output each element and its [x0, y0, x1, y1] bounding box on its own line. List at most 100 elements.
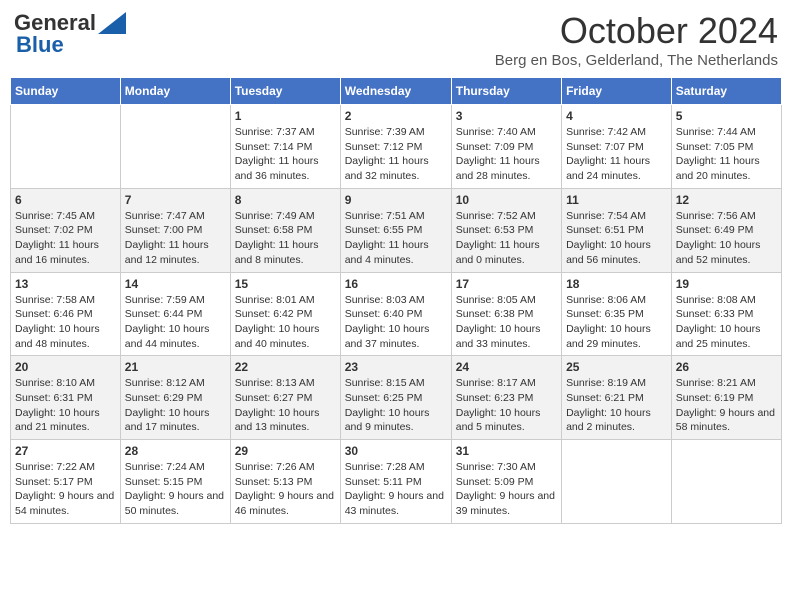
- table-row: [11, 105, 121, 189]
- day-info: Sunrise: 7:49 AMSunset: 6:58 PMDaylight:…: [235, 209, 336, 268]
- title-area: October 2024 Berg en Bos, Gelderland, Th…: [495, 10, 778, 69]
- day-number: 12: [676, 193, 777, 207]
- table-row: 1 Sunrise: 7:37 AMSunset: 7:14 PMDayligh…: [230, 105, 340, 189]
- table-row: 14 Sunrise: 7:59 AMSunset: 6:44 PMDaylig…: [120, 272, 230, 356]
- day-info: Sunrise: 7:52 AMSunset: 6:53 PMDaylight:…: [456, 209, 557, 268]
- col-sunday: Sunday: [11, 78, 121, 105]
- col-wednesday: Wednesday: [340, 78, 451, 105]
- day-info: Sunrise: 8:12 AMSunset: 6:29 PMDaylight:…: [125, 376, 226, 435]
- table-row: 3 Sunrise: 7:40 AMSunset: 7:09 PMDayligh…: [451, 105, 561, 189]
- table-row: 20 Sunrise: 8:10 AMSunset: 6:31 PMDaylig…: [11, 356, 121, 440]
- day-number: 2: [345, 109, 447, 123]
- day-info: Sunrise: 7:37 AMSunset: 7:14 PMDaylight:…: [235, 125, 336, 184]
- day-info: Sunrise: 8:17 AMSunset: 6:23 PMDaylight:…: [456, 376, 557, 435]
- calendar-header-row: Sunday Monday Tuesday Wednesday Thursday…: [11, 78, 782, 105]
- day-number: 30: [345, 444, 447, 458]
- day-number: 18: [566, 277, 667, 291]
- table-row: 17 Sunrise: 8:05 AMSunset: 6:38 PMDaylig…: [451, 272, 561, 356]
- day-number: 23: [345, 360, 447, 374]
- col-friday: Friday: [562, 78, 672, 105]
- day-info: Sunrise: 7:44 AMSunset: 7:05 PMDaylight:…: [676, 125, 777, 184]
- logo-bird-icon: [98, 12, 126, 34]
- day-number: 1: [235, 109, 336, 123]
- table-row: 22 Sunrise: 8:13 AMSunset: 6:27 PMDaylig…: [230, 356, 340, 440]
- day-number: 4: [566, 109, 667, 123]
- day-number: 26: [676, 360, 777, 374]
- col-saturday: Saturday: [671, 78, 781, 105]
- day-info: Sunrise: 7:24 AMSunset: 5:15 PMDaylight:…: [125, 460, 226, 519]
- table-row: 25 Sunrise: 8:19 AMSunset: 6:21 PMDaylig…: [562, 356, 672, 440]
- day-info: Sunrise: 7:22 AMSunset: 5:17 PMDaylight:…: [15, 460, 116, 519]
- table-row: 26 Sunrise: 8:21 AMSunset: 6:19 PMDaylig…: [671, 356, 781, 440]
- table-row: 16 Sunrise: 8:03 AMSunset: 6:40 PMDaylig…: [340, 272, 451, 356]
- day-number: 15: [235, 277, 336, 291]
- day-info: Sunrise: 8:13 AMSunset: 6:27 PMDaylight:…: [235, 376, 336, 435]
- day-info: Sunrise: 8:05 AMSunset: 6:38 PMDaylight:…: [456, 293, 557, 352]
- logo-blue: Blue: [16, 32, 64, 58]
- table-row: 29 Sunrise: 7:26 AMSunset: 5:13 PMDaylig…: [230, 440, 340, 524]
- table-row: 7 Sunrise: 7:47 AMSunset: 7:00 PMDayligh…: [120, 188, 230, 272]
- day-info: Sunrise: 8:03 AMSunset: 6:40 PMDaylight:…: [345, 293, 447, 352]
- table-row: 28 Sunrise: 7:24 AMSunset: 5:15 PMDaylig…: [120, 440, 230, 524]
- day-number: 9: [345, 193, 447, 207]
- day-number: 3: [456, 109, 557, 123]
- day-number: 22: [235, 360, 336, 374]
- day-info: Sunrise: 7:40 AMSunset: 7:09 PMDaylight:…: [456, 125, 557, 184]
- table-row: 30 Sunrise: 7:28 AMSunset: 5:11 PMDaylig…: [340, 440, 451, 524]
- col-monday: Monday: [120, 78, 230, 105]
- day-number: 29: [235, 444, 336, 458]
- day-number: 16: [345, 277, 447, 291]
- day-info: Sunrise: 7:28 AMSunset: 5:11 PMDaylight:…: [345, 460, 447, 519]
- day-info: Sunrise: 7:45 AMSunset: 7:02 PMDaylight:…: [15, 209, 116, 268]
- table-row: 4 Sunrise: 7:42 AMSunset: 7:07 PMDayligh…: [562, 105, 672, 189]
- logo: General Blue: [14, 10, 126, 58]
- table-row: 24 Sunrise: 8:17 AMSunset: 6:23 PMDaylig…: [451, 356, 561, 440]
- day-info: Sunrise: 8:01 AMSunset: 6:42 PMDaylight:…: [235, 293, 336, 352]
- day-number: 19: [676, 277, 777, 291]
- day-number: 17: [456, 277, 557, 291]
- table-row: 12 Sunrise: 7:56 AMSunset: 6:49 PMDaylig…: [671, 188, 781, 272]
- day-info: Sunrise: 7:26 AMSunset: 5:13 PMDaylight:…: [235, 460, 336, 519]
- day-number: 11: [566, 193, 667, 207]
- day-number: 31: [456, 444, 557, 458]
- day-info: Sunrise: 7:47 AMSunset: 7:00 PMDaylight:…: [125, 209, 226, 268]
- day-info: Sunrise: 7:56 AMSunset: 6:49 PMDaylight:…: [676, 209, 777, 268]
- day-number: 7: [125, 193, 226, 207]
- day-number: 14: [125, 277, 226, 291]
- day-info: Sunrise: 8:10 AMSunset: 6:31 PMDaylight:…: [15, 376, 116, 435]
- day-info: Sunrise: 7:30 AMSunset: 5:09 PMDaylight:…: [456, 460, 557, 519]
- table-row: 5 Sunrise: 7:44 AMSunset: 7:05 PMDayligh…: [671, 105, 781, 189]
- day-number: 21: [125, 360, 226, 374]
- location-subtitle: Berg en Bos, Gelderland, The Netherlands: [495, 52, 778, 69]
- table-row: 27 Sunrise: 7:22 AMSunset: 5:17 PMDaylig…: [11, 440, 121, 524]
- day-number: 8: [235, 193, 336, 207]
- table-row: 10 Sunrise: 7:52 AMSunset: 6:53 PMDaylig…: [451, 188, 561, 272]
- table-row: 8 Sunrise: 7:49 AMSunset: 6:58 PMDayligh…: [230, 188, 340, 272]
- page-header: General Blue October 2024 Berg en Bos, G…: [10, 10, 782, 69]
- table-row: 13 Sunrise: 7:58 AMSunset: 6:46 PMDaylig…: [11, 272, 121, 356]
- table-row: 18 Sunrise: 8:06 AMSunset: 6:35 PMDaylig…: [562, 272, 672, 356]
- month-title: October 2024: [495, 10, 778, 52]
- day-number: 10: [456, 193, 557, 207]
- col-thursday: Thursday: [451, 78, 561, 105]
- table-row: 21 Sunrise: 8:12 AMSunset: 6:29 PMDaylig…: [120, 356, 230, 440]
- table-row: 15 Sunrise: 8:01 AMSunset: 6:42 PMDaylig…: [230, 272, 340, 356]
- day-number: 24: [456, 360, 557, 374]
- day-info: Sunrise: 8:15 AMSunset: 6:25 PMDaylight:…: [345, 376, 447, 435]
- table-row: [120, 105, 230, 189]
- calendar-table: Sunday Monday Tuesday Wednesday Thursday…: [10, 77, 782, 524]
- table-row: 31 Sunrise: 7:30 AMSunset: 5:09 PMDaylig…: [451, 440, 561, 524]
- day-info: Sunrise: 8:21 AMSunset: 6:19 PMDaylight:…: [676, 376, 777, 435]
- table-row: 23 Sunrise: 8:15 AMSunset: 6:25 PMDaylig…: [340, 356, 451, 440]
- day-number: 13: [15, 277, 116, 291]
- day-info: Sunrise: 8:06 AMSunset: 6:35 PMDaylight:…: [566, 293, 667, 352]
- day-number: 5: [676, 109, 777, 123]
- day-info: Sunrise: 8:08 AMSunset: 6:33 PMDaylight:…: [676, 293, 777, 352]
- col-tuesday: Tuesday: [230, 78, 340, 105]
- table-row: 6 Sunrise: 7:45 AMSunset: 7:02 PMDayligh…: [11, 188, 121, 272]
- table-row: 19 Sunrise: 8:08 AMSunset: 6:33 PMDaylig…: [671, 272, 781, 356]
- day-number: 28: [125, 444, 226, 458]
- day-info: Sunrise: 7:51 AMSunset: 6:55 PMDaylight:…: [345, 209, 447, 268]
- table-row: [562, 440, 672, 524]
- day-info: Sunrise: 7:58 AMSunset: 6:46 PMDaylight:…: [15, 293, 116, 352]
